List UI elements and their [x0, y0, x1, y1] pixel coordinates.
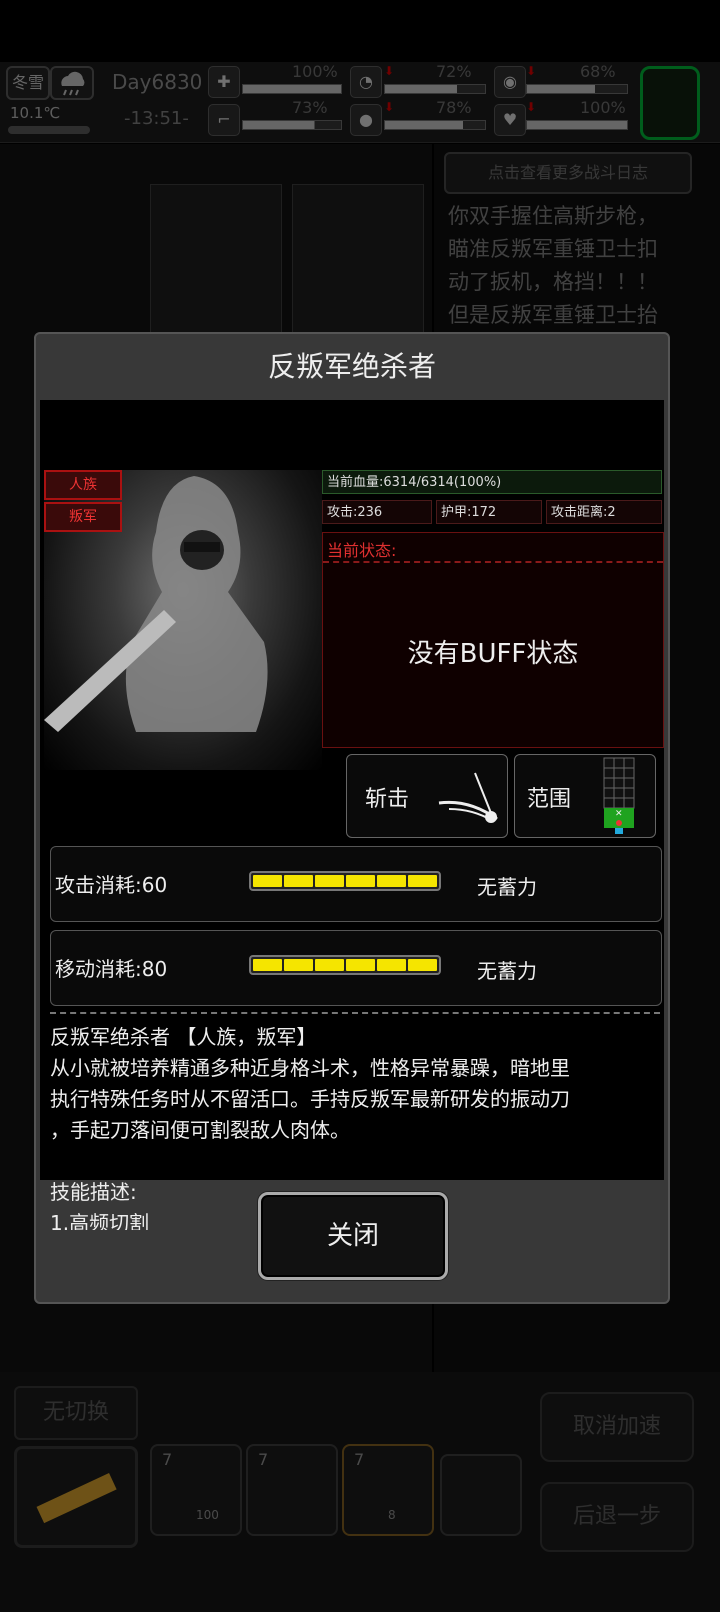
status-label: 当前状态: [327, 541, 397, 560]
attack-energy-bar [249, 871, 441, 891]
unit-info-dialog: 反叛军绝杀者 人族 叛军 当前血量:6314/6314(100%) 攻击:236… [34, 332, 670, 1304]
move-cost-row: 移动消耗:80 无蓄力 [50, 930, 662, 1006]
attack-cost-row: 攻击消耗:60 无蓄力 [50, 846, 662, 922]
range-grid-icon: ✕ [603, 757, 635, 834]
armor-readout: 护甲:172 [436, 500, 542, 524]
range-readout: 攻击距离:2 [546, 500, 662, 524]
description-line: 从小就被培养精通多种近身格斗术，性格异常暴躁，暗地里 [50, 1056, 570, 1080]
move-charge-state: 无蓄力 [477, 959, 537, 983]
attack-cost-label: 攻击消耗:60 [55, 873, 168, 897]
slash-skill-button[interactable]: 斩击 [346, 754, 508, 838]
buff-status-text: 没有BUFF状态 [407, 639, 579, 669]
slash-label: 斩击 [365, 787, 410, 812]
tag-rebel: 叛军 [44, 502, 122, 532]
range-button[interactable]: 范围 ✕ [514, 754, 656, 838]
description-line: ，手起刀落间便可割裂敌人肉体。 [50, 1118, 350, 1142]
slash-icon [438, 772, 498, 823]
divider [323, 561, 663, 563]
dialog-title: 反叛军绝杀者 [267, 350, 436, 383]
move-energy-bar [249, 955, 441, 975]
description-line: 执行特殊任务时从不留活口。手持反叛军最新研发的振动刀 [50, 1087, 570, 1111]
close-button[interactable]: 关闭 [258, 1192, 448, 1280]
attack-charge-state: 无蓄力 [477, 875, 537, 899]
hp-readout: 当前血量:6314/6314(100%) [322, 470, 662, 494]
move-cost-label: 移动消耗:80 [55, 957, 168, 981]
tag-human: 人族 [44, 470, 122, 500]
dialog-content: 人族 叛军 当前血量:6314/6314(100%) 攻击:236 护甲:172… [40, 400, 664, 1230]
range-label: 范围 [527, 787, 572, 812]
description-line [50, 1146, 662, 1177]
attack-readout: 攻击:236 [322, 500, 432, 524]
divider [50, 1012, 660, 1014]
svg-text:✕: ✕ [615, 809, 623, 819]
status-panel: 当前状态: 没有BUFF状态 [322, 532, 664, 748]
description-line: 反叛军绝杀者 【人族，叛军】 [50, 1025, 317, 1049]
